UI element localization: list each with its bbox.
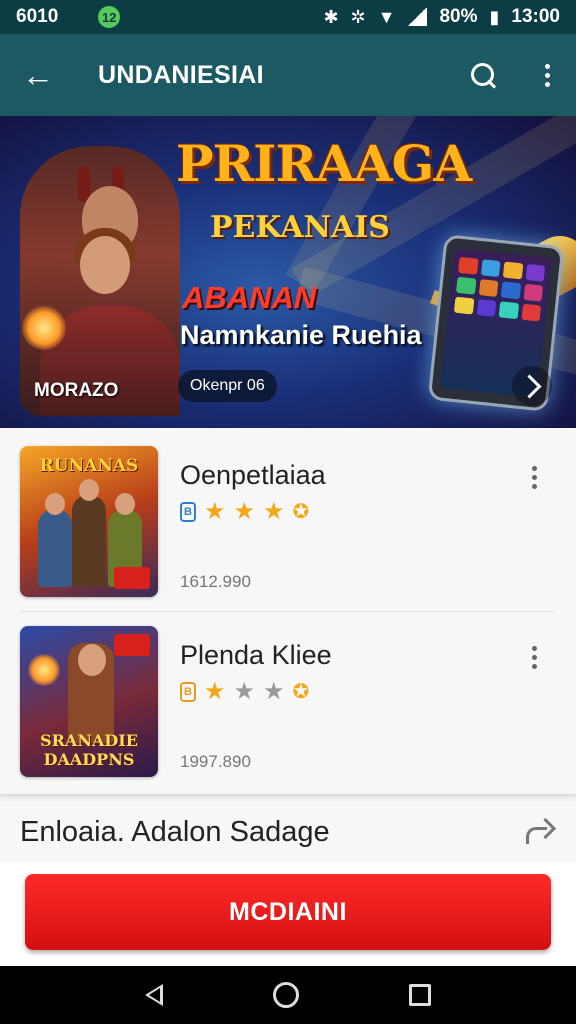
star-icon: ★ xyxy=(204,678,226,705)
rating-badge-icon: B xyxy=(180,682,196,702)
alarm-icon: ✲ xyxy=(350,6,366,27)
half-star-icon: ✪ xyxy=(292,501,310,523)
list-item[interactable]: SRANADIE DAADPNS Plenda Kliee B ★ ★ ★ ✪ … xyxy=(0,626,576,786)
signal-icon xyxy=(407,8,428,26)
wifi-icon: ▼ xyxy=(377,6,396,27)
section-title: Enloaia. Adalon Sadage xyxy=(20,815,330,848)
thumbnail-badge xyxy=(114,634,150,656)
nav-home-icon[interactable] xyxy=(273,982,299,1008)
notification-badge-icon: 12 xyxy=(98,6,121,28)
more-vert-icon[interactable] xyxy=(541,60,554,91)
app-title: UNDANIESIAI xyxy=(98,60,264,89)
share-icon[interactable] xyxy=(522,817,556,847)
more-vert-icon[interactable] xyxy=(532,646,537,669)
primary-action-button[interactable]: MCDIAINI xyxy=(25,874,551,950)
divider xyxy=(20,611,554,612)
half-star-icon: ✪ xyxy=(292,681,310,703)
banner-tagline: Namnkanie Ruehia xyxy=(180,320,422,350)
star-rating: B ★ ★ ★ ✪ xyxy=(180,500,309,524)
app-meta: 1997.890 xyxy=(180,752,251,771)
bluetooth-icon: ✱ xyxy=(323,6,339,27)
app-thumbnail: SRANADIE DAADPNS xyxy=(20,626,158,777)
app-thumbnail: RUNANAS xyxy=(20,446,158,597)
chevron-right-icon[interactable] xyxy=(512,366,552,406)
cta-container: MCDIAINI xyxy=(0,862,576,966)
list-item[interactable]: RUNANAS Oenpetlaiaa B ★ ★ ★ ✪ 1612.990 xyxy=(0,446,576,606)
status-bar: 6010 12 ✱ ✲ ▼ 80% ▮ 13:00 xyxy=(0,0,576,34)
nav-back-icon[interactable] xyxy=(145,984,163,1006)
section-header: Enloaia. Adalon Sadage xyxy=(0,802,576,862)
nav-recents-icon[interactable] xyxy=(409,984,431,1006)
banner-tag: ABANAN xyxy=(182,280,317,315)
thumbnail-title: SRANADIE DAADPNS xyxy=(40,731,138,769)
star-icon: ★ xyxy=(233,678,256,705)
banner-chip[interactable]: Okenpr 06 xyxy=(178,370,277,402)
app-meta: 1612.990 xyxy=(180,572,251,591)
thumbnail-badge xyxy=(114,567,150,589)
app-list: RUNANAS Oenpetlaiaa B ★ ★ ★ ✪ 1612.990 S… xyxy=(0,428,576,794)
star-icon: ★ xyxy=(204,498,226,525)
app-bar: ← UNDANIESIAI xyxy=(0,34,576,116)
star-rating: B ★ ★ ★ ✪ xyxy=(180,680,309,704)
status-clock: 13:00 xyxy=(511,6,560,27)
star-icon: ★ xyxy=(263,498,285,525)
app-title: Oenpetlaiaa xyxy=(180,460,326,490)
thumbnail-title: RUNANAS xyxy=(39,456,139,476)
glow-effect xyxy=(22,306,66,350)
star-icon: ★ xyxy=(263,678,285,705)
app-title: Plenda Kliee xyxy=(180,640,332,670)
status-time: 6010 xyxy=(16,6,59,27)
battery-icon: ▮ xyxy=(489,6,500,27)
rating-badge-icon: B xyxy=(180,502,196,522)
more-vert-icon[interactable] xyxy=(532,466,537,489)
banner-subtitle: PEKANAIS xyxy=(210,210,390,245)
system-nav-bar xyxy=(0,966,576,1024)
search-icon[interactable] xyxy=(469,61,497,89)
banner-title: PRIRAAGA xyxy=(176,134,472,193)
back-arrow-icon[interactable]: ← xyxy=(22,57,62,94)
hero-label: MORAZO xyxy=(34,380,119,401)
battery-percent: 80% xyxy=(439,6,478,27)
promo-banner[interactable]: PRIRAAGA PEKANAIS ABANAN Namnkanie Ruehi… xyxy=(0,116,576,428)
star-icon: ★ xyxy=(233,498,256,525)
